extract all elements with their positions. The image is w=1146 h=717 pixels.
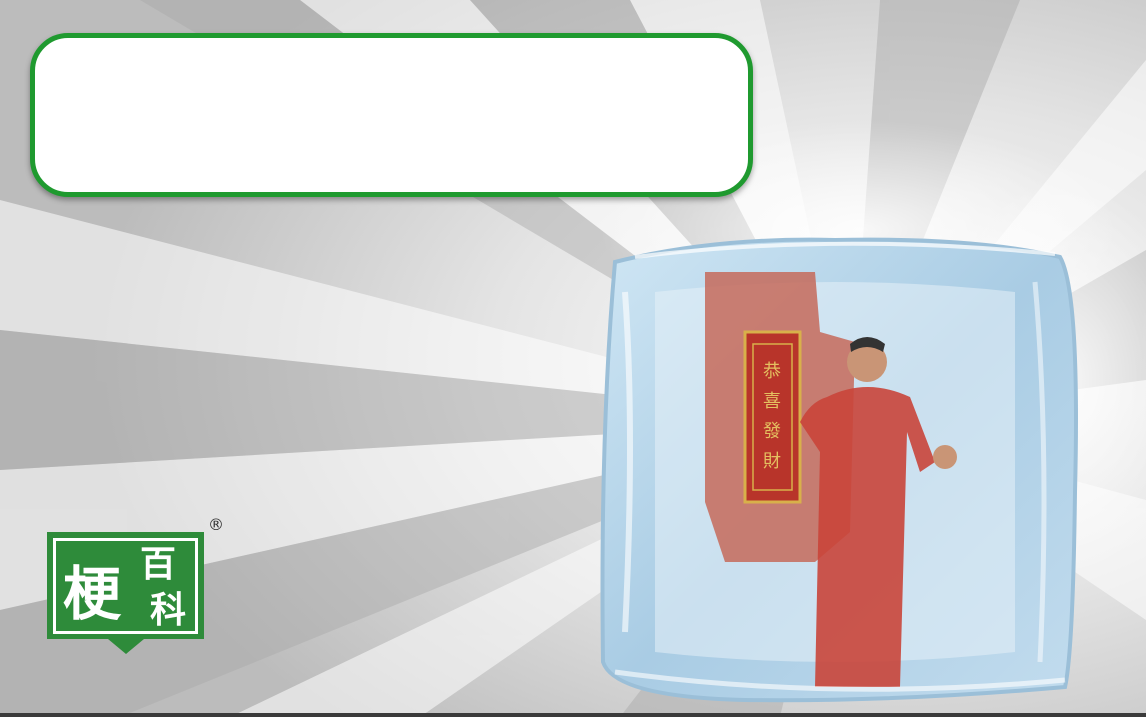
- caption-box: [30, 33, 753, 197]
- logo-char-bottom: 科: [150, 590, 186, 631]
- gengbaike-logo: 梗 百 科 ®: [47, 515, 224, 654]
- svg-text:喜: 喜: [763, 391, 781, 412]
- svg-text:財: 財: [763, 451, 781, 472]
- logo-char-top: 百: [140, 544, 176, 585]
- svg-text:發: 發: [763, 421, 781, 442]
- registered-mark: ®: [208, 515, 224, 534]
- bottom-border: [0, 713, 1146, 717]
- logo-char-main: 梗: [63, 560, 122, 628]
- svg-text:恭: 恭: [763, 361, 781, 382]
- ice-cube-illustration: 恭 喜 發 財: [600, 237, 1078, 703]
